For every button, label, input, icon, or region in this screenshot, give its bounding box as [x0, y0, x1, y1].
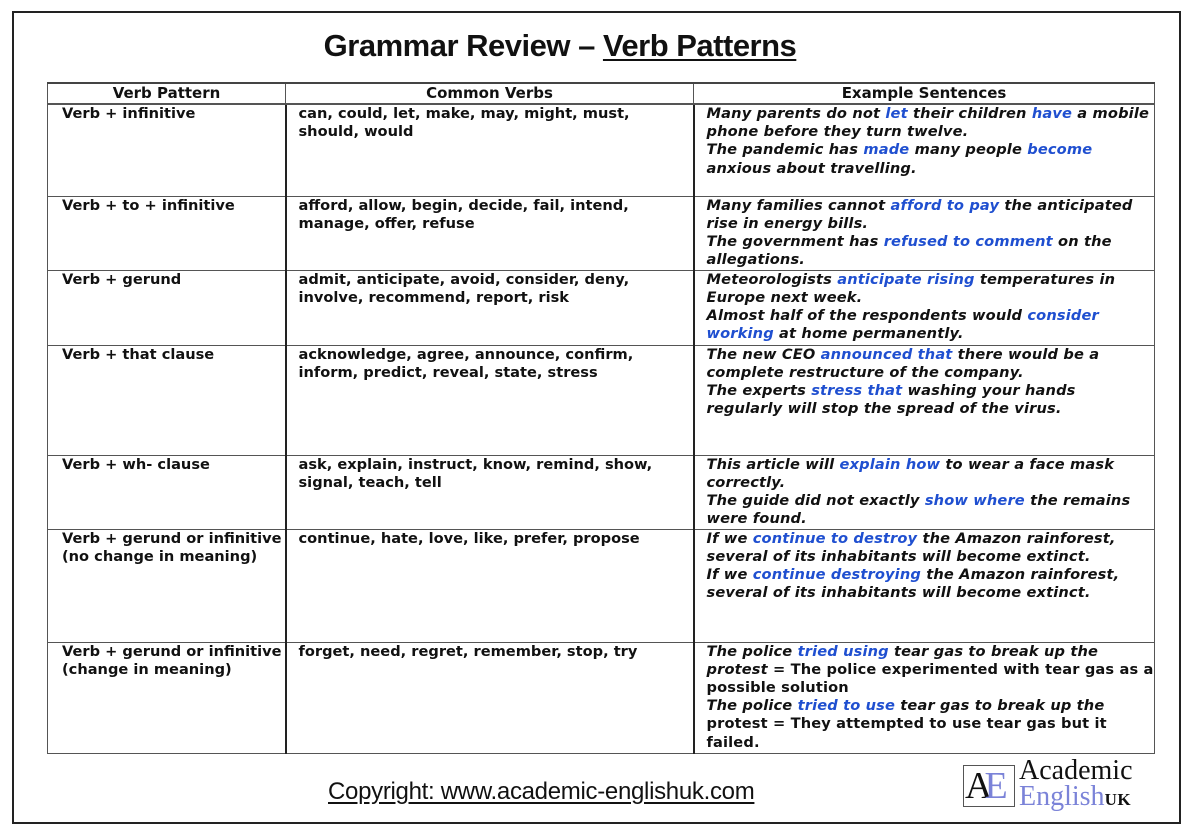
example-sentence: The police tried to use tear gas to brea…	[707, 697, 1155, 752]
example-sentence: If we continue destroying the Amazon rai…	[707, 566, 1155, 602]
sentence-text: Almost half of the respondents would	[706, 306, 1028, 324]
verb-patterns-table: Verb Pattern Common Verbs Example Senten…	[47, 82, 1155, 754]
sentence-text: The police	[706, 642, 798, 660]
sentence-text: The experts	[706, 381, 812, 399]
sentence-text: tear gas to break up the	[895, 697, 1105, 715]
highlighted-verb-pattern: have	[1031, 105, 1073, 122]
sentence-text: Many families cannot	[706, 196, 891, 214]
table-row: Verb + gerund or infinitive (change in m…	[47, 641, 1155, 754]
title-topic: Verb Patterns	[602, 28, 797, 63]
sentence-text: The pandemic has	[706, 141, 864, 159]
highlighted-verb-pattern: tried using	[797, 642, 889, 660]
example-sentences-cell: Many families cannot afford to pay the a…	[693, 195, 1155, 271]
highlighted-verb-pattern: tried to use	[797, 697, 896, 715]
example-sentence: Many parents do not let their children h…	[707, 105, 1155, 141]
verb-pattern-cell: Verb + gerund or infinitive (change in m…	[47, 641, 287, 754]
explanation-text: = The police experimented with tear gas …	[706, 660, 1154, 696]
sentence-text: The guide did not exactly	[706, 491, 925, 509]
common-verbs-cell: continue, hate, love, like, prefer, prop…	[285, 528, 695, 643]
highlighted-verb-pattern: explain how	[839, 455, 941, 473]
highlighted-verb-pattern: stress that	[811, 381, 903, 399]
sentence-text: anxious about travelling.	[706, 159, 917, 177]
sentence-text: If we	[706, 565, 753, 583]
example-sentences-cell: The new CEO announced that there would b…	[693, 344, 1155, 456]
verb-pattern-cell: Verb + gerund or infinitive (no change i…	[47, 528, 287, 643]
highlighted-verb-pattern: continue destroying	[752, 565, 921, 583]
table-row: Verb + gerund admit, anticipate, avoid, c…	[47, 269, 1155, 346]
sentence-text: many people	[909, 141, 1028, 159]
sentence-text: The police	[706, 697, 798, 715]
example-sentence: Meteorologists anticipate rising tempera…	[707, 271, 1155, 307]
logo-mark-ae: AE	[965, 765, 1008, 807]
example-sentence: The guide did not exactly show where the…	[707, 492, 1155, 528]
example-sentences-cell: This article will explain how to wear a …	[693, 454, 1155, 530]
highlighted-verb-pattern: let	[885, 105, 908, 122]
verb-pattern-cell: Verb + that clause	[47, 344, 287, 456]
explanation-text: protest = They attempted to use tear gas…	[706, 715, 1107, 751]
highlighted-verb-pattern: become	[1027, 141, 1093, 159]
common-verbs-cell: ask, explain, instruct, know, remind, sh…	[285, 454, 695, 530]
table-row: Verb + infinitive can, could, let, make, …	[47, 103, 1155, 197]
highlighted-verb-pattern: continue to destroy	[752, 529, 918, 547]
verb-pattern-cell: Verb + wh- clause	[47, 454, 287, 530]
academic-english-uk-logo: AE Academic EnglishUK	[963, 756, 1153, 814]
example-sentence: If we continue to destroy the Amazon rai…	[707, 530, 1155, 566]
column-header-example-sentences: Example Sentences	[693, 82, 1155, 105]
highlighted-verb-pattern: anticipate rising	[837, 270, 975, 288]
common-verbs-cell: admit, anticipate, avoid, consider, deny…	[285, 269, 695, 346]
example-sentence: The police tried using tear gas to break…	[707, 643, 1155, 698]
highlighted-verb-pattern: made	[863, 141, 910, 159]
sentence-text: Many parents do not	[706, 105, 886, 122]
table-row: Verb + to + infinitive afford, allow, beg…	[47, 195, 1155, 271]
sentence-text: their children	[907, 105, 1032, 122]
sentence-text: Meteorologists	[706, 270, 838, 288]
sentence-text: This article will	[706, 455, 840, 473]
sentence-text: The new CEO	[706, 345, 821, 363]
verb-pattern-cell: Verb + gerund	[47, 269, 287, 346]
common-verbs-cell: afford, allow, begin, decide, fail, inte…	[285, 195, 695, 271]
example-sentence: The pandemic has made many people become…	[707, 141, 1155, 177]
example-sentence: Many families cannot afford to pay the a…	[707, 197, 1155, 233]
example-sentences-cell: Meteorologists anticipate rising tempera…	[693, 269, 1155, 346]
highlighted-verb-pattern: refused to comment	[883, 232, 1053, 250]
column-header-common-verbs: Common Verbs	[285, 82, 694, 105]
example-sentences-cell: Many parents do not let their children h…	[693, 103, 1155, 197]
sentence-text: If we	[706, 529, 753, 547]
verb-pattern-cell: Verb + infinitive	[47, 103, 287, 197]
example-sentences-cell: If we continue to destroy the Amazon rai…	[693, 528, 1155, 643]
common-verbs-cell: forget, need, regret, remember, stop, tr…	[285, 641, 695, 754]
column-header-verb-pattern: Verb Pattern	[47, 82, 286, 105]
highlighted-verb-pattern: afford to pay	[890, 196, 1000, 214]
logo-text-english: EnglishUK	[1019, 781, 1132, 812]
example-sentence: The new CEO announced that there would b…	[707, 346, 1155, 382]
example-sentence: The government has refused to comment on…	[707, 233, 1155, 269]
common-verbs-cell: can, could, let, make, may, might, must,…	[285, 103, 695, 197]
sentence-text: The government has	[706, 232, 884, 250]
sentence-text: at home permanently.	[773, 325, 964, 343]
table-header-row: Verb Pattern Common Verbs Example Senten…	[47, 82, 1155, 105]
table-row: Verb + that clause acknowledge, agree, an…	[47, 344, 1155, 456]
example-sentence: This article will explain how to wear a …	[707, 456, 1155, 492]
common-verbs-cell: acknowledge, agree, announce, confirm, i…	[285, 344, 695, 456]
page-title: Grammar Review – Verb Patterns	[0, 28, 1120, 64]
copyright-link[interactable]: Copyright: www.academic-englishuk.com	[328, 778, 755, 806]
example-sentence: Almost half of the respondents would con…	[707, 307, 1155, 343]
highlighted-verb-pattern: announced that	[820, 345, 953, 363]
highlighted-verb-pattern: show where	[924, 491, 1025, 509]
table-row: Verb + gerund or infinitive (no change i…	[47, 528, 1155, 643]
verb-pattern-cell: Verb + to + infinitive	[47, 195, 287, 271]
example-sentence: The experts stress that washing your han…	[707, 382, 1155, 418]
table-row: Verb + wh- clause ask, explain, instruct,…	[47, 454, 1155, 530]
title-prefix: Grammar Review –	[323, 28, 603, 63]
example-sentences-cell: The police tried using tear gas to break…	[693, 641, 1155, 754]
